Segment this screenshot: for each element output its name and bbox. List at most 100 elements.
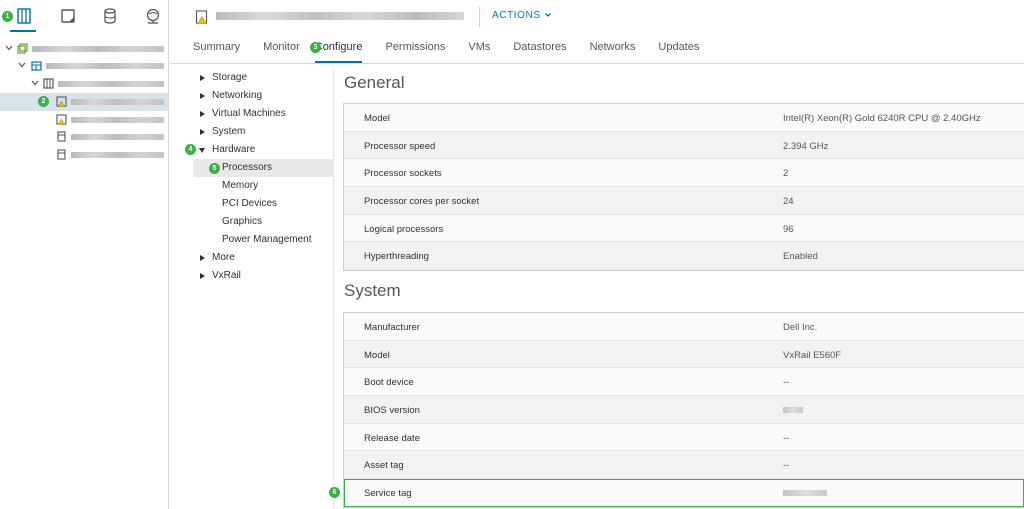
host-icon [57, 149, 66, 160]
caret-right-icon [200, 93, 205, 99]
menu-processors[interactable]: 5 Processors [193, 159, 334, 177]
bios-version-redacted [783, 407, 803, 414]
menu-virtual-machines[interactable]: Virtual Machines [193, 105, 334, 123]
menu-more[interactable]: More [193, 249, 334, 267]
menu-memory-label: Memory [222, 180, 259, 191]
property-value: 24 [783, 196, 794, 208]
menu-storage[interactable]: Storage [193, 69, 334, 87]
menu-more-label: More [212, 252, 235, 263]
tree-node-host[interactable] [0, 111, 168, 129]
property-key: Logical processors [364, 223, 444, 235]
cluster-icon [43, 78, 54, 89]
host-name-redacted [71, 117, 164, 123]
cluster-name-redacted [58, 81, 164, 87]
table-row: Logical processors 96 [344, 214, 1024, 243]
property-key: Boot device [364, 377, 414, 389]
property-value: VxRail E560F [783, 349, 842, 361]
menu-memory[interactable]: Memory [193, 177, 334, 195]
warning-icon [195, 10, 208, 24]
menu-vxrail[interactable]: VxRail [193, 267, 334, 285]
actions-label: ACTIONS [492, 10, 541, 21]
header-divider [479, 7, 480, 27]
tab-summary[interactable]: Summary [193, 41, 240, 63]
tree-node-vcenter[interactable] [0, 40, 168, 58]
menu-hardware[interactable]: Hardware [193, 141, 334, 159]
table-row: Processor speed 2.394 GHz [344, 131, 1024, 160]
tree-node-cluster[interactable] [0, 75, 168, 93]
chevron-down-icon[interactable] [18, 61, 26, 69]
host-name-redacted [71, 152, 164, 158]
tree-node-host[interactable] [0, 146, 168, 164]
table-row: Hyperthreading Enabled [344, 242, 1024, 271]
menu-networking[interactable]: Networking [193, 87, 334, 105]
tab-updates[interactable]: Updates [658, 41, 699, 63]
tree-node-host[interactable] [0, 128, 168, 146]
step-badge-2: 2 [38, 96, 49, 107]
property-key: Service tag [364, 488, 412, 500]
networking-tab[interactable] [143, 6, 163, 26]
table-row: BIOS version [344, 396, 1024, 424]
menu-graphics[interactable]: Graphics [193, 213, 334, 231]
step-badge-3: 3 [310, 42, 321, 53]
tab-datastores[interactable]: Datastores [513, 41, 566, 63]
tab-networks[interactable]: Networks [590, 41, 636, 63]
tree-node-host-selected[interactable] [0, 93, 168, 111]
menu-vxrail-label: VxRail [212, 270, 241, 281]
tab-configure[interactable]: Configure [314, 41, 363, 63]
warning-icon [56, 114, 67, 125]
property-value: -- [783, 432, 790, 444]
property-key: Manufacturer [364, 322, 420, 333]
property-key: Hyperthreading [364, 251, 429, 263]
caret-right-icon [200, 75, 205, 81]
property-value: 2 [783, 168, 789, 180]
inventory-navigator: 1 2 [0, 0, 169, 509]
actions-menu-button[interactable]: ACTIONS [492, 10, 552, 21]
service-tag-row: 6 Service tag [329, 479, 1024, 507]
step-badge-5: 5 [209, 163, 220, 174]
datacenter-name-redacted [46, 63, 164, 69]
menu-pci-devices-label: PCI Devices [222, 198, 278, 209]
property-value: -- [783, 460, 790, 472]
vcenter-icon [17, 43, 28, 54]
table-row: Processor sockets 2 [344, 159, 1024, 188]
property-value: -- [783, 377, 790, 389]
tab-vms[interactable]: VMs [468, 41, 490, 63]
tab-permissions[interactable]: Permissions [385, 41, 445, 63]
chevron-down-icon[interactable] [5, 44, 13, 52]
warning-icon [56, 96, 67, 107]
configure-menu: Storage Networking Virtual Machines Syst… [185, 68, 334, 509]
tree-node-datacenter[interactable] [0, 57, 168, 75]
chevron-down-icon[interactable] [31, 79, 39, 87]
general-properties-table: Model Intel(R) Xeon(R) Gold 6240R CPU @ 2… [343, 103, 1024, 272]
hosts-clusters-tab[interactable] [14, 6, 34, 26]
property-value: 2.394 GHz [783, 140, 829, 152]
property-key: Asset tag [364, 460, 404, 472]
table-row: Release date -- [344, 423, 1024, 452]
menu-power-management[interactable]: Power Management [193, 231, 334, 249]
menu-pci-devices[interactable]: PCI Devices [193, 195, 334, 213]
step-badge-1: 1 [2, 11, 13, 22]
step-badge-4: 4 [185, 144, 196, 155]
storage-tab[interactable] [100, 6, 120, 26]
menu-networking-label: Networking [212, 90, 263, 101]
vms-templates-tab[interactable] [58, 6, 78, 26]
table-row: Model VxRail E560F [344, 340, 1024, 369]
menu-power-management-label: Power Management [222, 234, 312, 245]
storage-icon [104, 8, 116, 24]
property-value: Dell Inc. [783, 322, 818, 333]
active-tab-indicator [10, 30, 36, 32]
host-name-redacted [71, 99, 164, 105]
host-name-redacted [71, 134, 164, 140]
menu-virtual-machines-label: Virtual Machines [212, 108, 286, 119]
system-properties-table: Manufacturer Dell Inc. Model VxRail E560F … [329, 312, 1024, 508]
caret-right-icon [200, 273, 205, 279]
step-badge-6: 6 [329, 487, 340, 499]
caret-down-icon [199, 148, 205, 153]
menu-system[interactable]: System [193, 123, 334, 141]
property-key: Release date [364, 432, 420, 444]
tab-monitor[interactable]: Monitor [263, 41, 300, 63]
menu-storage-label: Storage [212, 72, 248, 83]
property-key: Processor speed [364, 140, 436, 152]
menu-system-label: System [212, 126, 246, 137]
property-key: Processor sockets [364, 168, 442, 180]
